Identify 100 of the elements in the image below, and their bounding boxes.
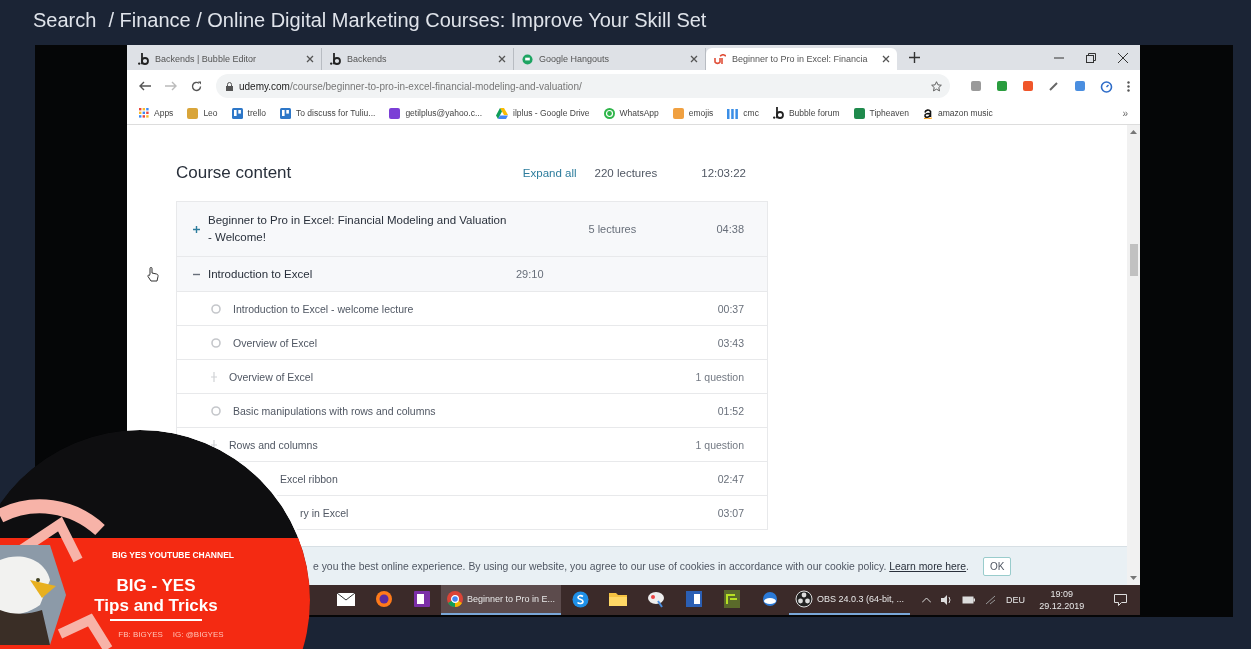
hand-cursor-icon xyxy=(147,267,159,282)
lecture-count: 5 lectures xyxy=(588,223,638,235)
bookmark[interactable]: Leo xyxy=(187,107,218,119)
lecture-row[interactable]: Overview of Excel 1 question xyxy=(176,360,768,394)
amazon-logo-icon xyxy=(922,107,933,119)
cookie-notice: e you the best online experience. By using our website, you agree to our use of cookies in accordance with our cookie policy. Learn more here. xyxy=(313,560,969,572)
onenote-icon[interactable] xyxy=(414,591,430,607)
bookmark[interactable]: WhatsApp xyxy=(603,107,659,119)
bookmark[interactable]: getilplus@yahoo.c... xyxy=(389,107,483,119)
lecture-title: Rows and columns xyxy=(229,438,319,451)
section-duration: 29:10 xyxy=(516,268,544,280)
learn-more-link[interactable]: Learn more here xyxy=(889,560,967,572)
bookmark[interactable]: ilplus - Google Drive xyxy=(496,107,590,119)
close-icon[interactable] xyxy=(1118,52,1128,63)
back-icon[interactable] xyxy=(139,81,151,91)
lecture-row[interactable]: Basic manipulations with rows and columns 01:52 xyxy=(176,394,768,428)
lecture-title: Introduction to Excel - welcome lecture xyxy=(233,302,415,315)
new-tab-icon[interactable] xyxy=(909,52,920,63)
lecture-count: 220 lectures xyxy=(594,167,658,179)
skype-icon[interactable] xyxy=(571,590,589,608)
more-bookmarks-button[interactable]: » xyxy=(1122,107,1128,119)
restore-icon[interactable] xyxy=(1086,52,1096,63)
bookmark[interactable]: emojis xyxy=(672,107,714,119)
timer-icon[interactable] xyxy=(1100,79,1113,93)
close-tab-icon[interactable] xyxy=(498,55,506,63)
play-circle-icon xyxy=(211,405,221,416)
bookmark[interactable]: amazon music xyxy=(922,107,993,119)
quiz-icon xyxy=(211,439,217,450)
channel-name: BIG - YES xyxy=(116,576,196,596)
lecture-title: Overview of Excel xyxy=(229,370,315,383)
close-tab-icon[interactable] xyxy=(882,55,890,63)
extension-icon[interactable] xyxy=(1074,80,1086,92)
taskbar-button[interactable]: OBS 24.0.3 (64-bit, ... xyxy=(789,585,911,615)
reload-icon[interactable] xyxy=(191,80,202,92)
firefox-icon[interactable] xyxy=(375,590,393,608)
section-header[interactable]: Introduction to Excel 29:10 xyxy=(176,257,768,292)
expand-icon[interactable] xyxy=(193,225,200,233)
bubble-logo-icon xyxy=(772,107,784,119)
bookmark[interactable]: trello xyxy=(231,107,266,119)
mail-icon[interactable] xyxy=(337,592,355,606)
play-circle-icon xyxy=(211,337,221,348)
bookmark[interactable]: To discuss for Tuliu... xyxy=(280,107,376,119)
notification-icon[interactable] xyxy=(1114,594,1128,606)
scroll-down-icon[interactable] xyxy=(1130,576,1137,581)
address-bar[interactable]: udemy.com/course/beginner-to-pro-in-excel-financial-modeling-and-valuation/ xyxy=(216,74,950,98)
lecture-title: Overview of Excel xyxy=(233,336,319,349)
quiz-icon xyxy=(211,371,217,382)
section-name: Introduction to Excel xyxy=(208,266,314,282)
network-icon[interactable] xyxy=(985,595,997,605)
ok-button[interactable]: OK xyxy=(982,556,1012,576)
bookmark[interactable]: Bubble forum xyxy=(772,107,840,119)
lecture-row[interactable]: Introduction to Excel - welcome lecture 00:37 xyxy=(176,292,768,326)
app-tile-icon[interactable] xyxy=(724,590,741,608)
browser-tab[interactable]: Backends | Bubble Editor xyxy=(130,48,322,70)
language-indicator[interactable]: DEU xyxy=(1006,595,1026,605)
cloud-icon[interactable] xyxy=(761,591,780,607)
obs-icon[interactable] xyxy=(795,590,814,608)
bookmark[interactable]: Tipheaven xyxy=(853,107,909,119)
battery-icon[interactable] xyxy=(962,596,976,604)
star-icon[interactable] xyxy=(931,80,942,92)
word-icon[interactable] xyxy=(686,591,703,607)
lecture-duration: 1 question xyxy=(695,370,744,383)
taskbar-button[interactable]: Beginner to Pro in E... xyxy=(441,585,562,615)
lecture-title: Basic manipulations with rows and columns xyxy=(233,404,437,417)
chevron-up-icon[interactable] xyxy=(922,597,932,603)
extension-icon[interactable] xyxy=(996,80,1008,92)
scrollbar-thumb[interactable] xyxy=(1129,244,1138,276)
browser-tab[interactable]: Backends xyxy=(322,48,514,70)
bookmark[interactable]: Apps xyxy=(139,108,174,118)
browser-tab[interactable]: Beginner to Pro in Excel: Financia xyxy=(706,48,897,70)
lecture-row[interactable]: Overview of Excel 03:43 xyxy=(176,326,768,360)
bubble-logo-icon xyxy=(330,53,341,65)
menu-icon[interactable] xyxy=(1127,80,1130,92)
drive-logo-icon xyxy=(496,107,509,119)
scroll-up-icon[interactable] xyxy=(1130,129,1137,134)
folder-icon[interactable] xyxy=(609,592,628,606)
eyedropper-icon[interactable] xyxy=(1048,80,1060,92)
channel-label: BIG YES YOUTUBE CHANNEL xyxy=(112,550,234,560)
close-tab-icon[interactable] xyxy=(306,55,314,63)
scrollbar[interactable] xyxy=(1127,125,1140,585)
chrome-icon[interactable] xyxy=(447,591,463,607)
lock-icon xyxy=(226,81,233,91)
section-name: Beginner to Pro in Excel: Financial Modeling and Valuation - Welcome! xyxy=(208,213,508,245)
tagline: Tips and Tricks xyxy=(94,596,218,616)
bookmark[interactable]: cmc xyxy=(727,107,759,119)
lecture-row[interactable]: Excel ribbon 02:47 xyxy=(277,462,768,496)
breadcrumb: / Finance / Online Digital Marketing Courses: Improve Your Skill Set xyxy=(108,9,707,32)
close-tab-icon[interactable] xyxy=(690,55,698,63)
extension-icon[interactable] xyxy=(970,80,982,92)
lecture-row[interactable]: ry in Excel 03:07 xyxy=(297,496,768,530)
speaker-icon[interactable] xyxy=(941,595,953,605)
clock[interactable]: 19:09 29.12.2019 xyxy=(1039,588,1085,612)
search-link[interactable]: Search xyxy=(33,9,97,32)
section-duration: 04:38 xyxy=(716,223,744,235)
lecture-duration: 03:07 xyxy=(717,506,744,519)
extension-icon[interactable] xyxy=(1022,80,1034,92)
expand-all-link[interactable]: Expand all xyxy=(522,167,577,179)
lecture-duration: 1 question xyxy=(695,438,744,451)
paint-icon[interactable] xyxy=(647,590,666,608)
section-header[interactable]: Beginner to Pro in Excel: Financial Modeling and Valuation - Welcome! 5 lectures 04:38 xyxy=(176,202,768,257)
